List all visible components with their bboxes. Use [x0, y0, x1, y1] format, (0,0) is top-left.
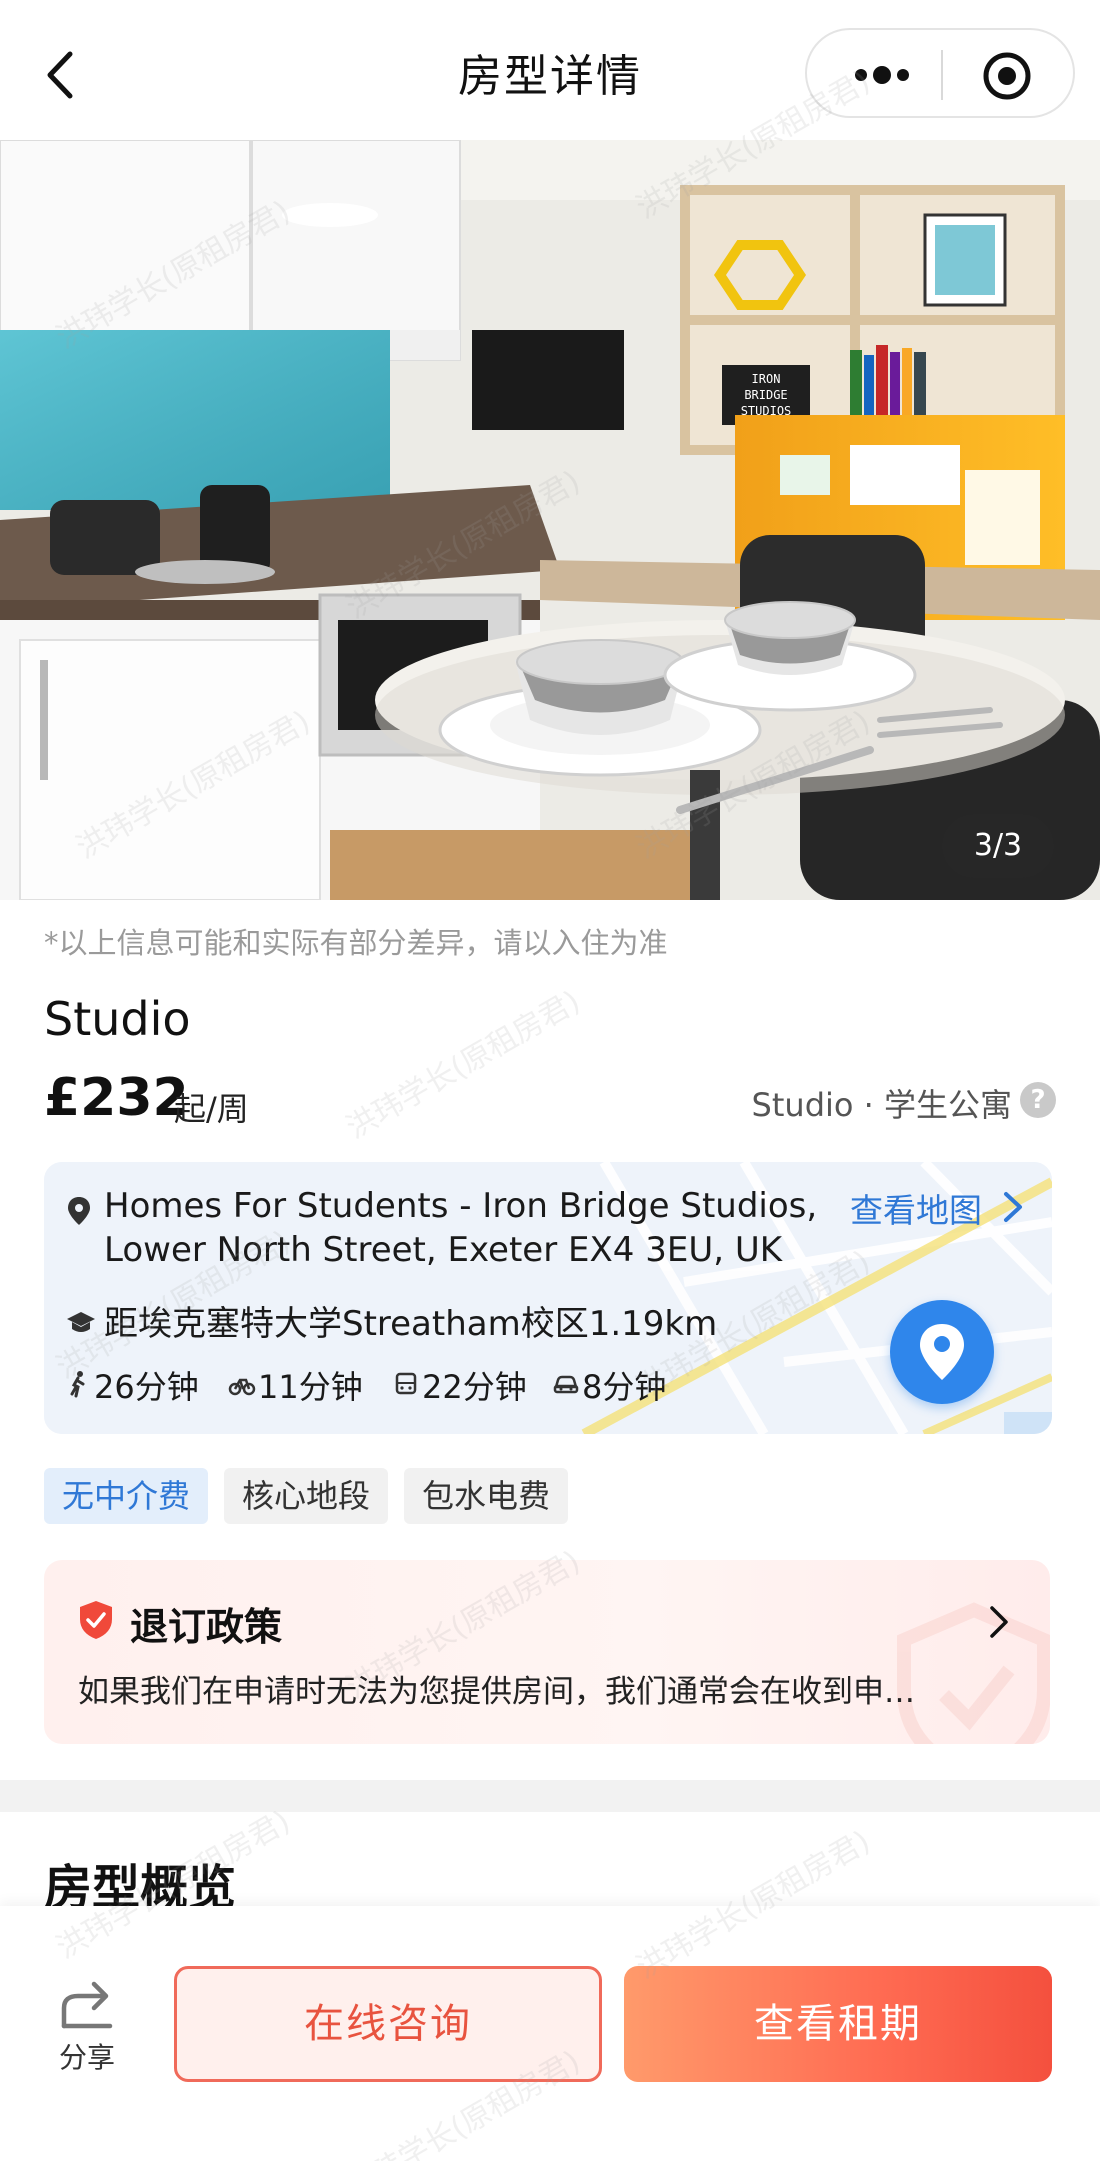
view-lease-button[interactable]: 查看租期 [624, 1966, 1052, 2082]
walk-icon [70, 1371, 85, 1398]
share-icon [61, 1981, 113, 2029]
walk-time-value: 26分钟 [94, 1368, 199, 1406]
car-icon [553, 1375, 579, 1394]
policy-title: 退订政策 [130, 1605, 283, 1649]
sign-line-1: IRON [752, 372, 781, 386]
mini-program-capsule [805, 28, 1075, 118]
room-photo: IRON BRIDGE STUDIOS [0, 140, 1100, 900]
help-icon[interactable]: ? [1020, 1082, 1056, 1118]
capsule-divider [941, 50, 943, 100]
graduation-cap-icon [67, 1312, 95, 1332]
address-text: Homes For Students - Iron Bridge Studios… [104, 1186, 818, 1270]
tag-bills-included: 包水电费 [404, 1468, 569, 1524]
walk-time: 26分钟 [64, 1362, 214, 1406]
bike-time-value: 11分钟 [258, 1368, 363, 1406]
sign-line-2: BRIDGE [744, 388, 787, 402]
room-name: Studio [44, 992, 191, 1046]
section-divider [0, 1780, 1100, 1812]
shield-check-icon [80, 1601, 112, 1639]
car-time-value: 8分钟 [582, 1368, 667, 1406]
bus-time-value: 22分钟 [422, 1368, 527, 1406]
room-type: Studio · 学生公寓 [751, 1086, 1012, 1124]
tag-core-location: 核心地段 [224, 1468, 389, 1524]
online-consult-button[interactable]: 在线咨询 [174, 1966, 602, 2082]
chevron-right-icon [1004, 1192, 1022, 1222]
tag-no-agency-fee: 无中介费 [44, 1468, 209, 1524]
bottom-action-bar: 分享 在线咨询 查看租期 [0, 1906, 1100, 2161]
cancellation-policy-card[interactable]: 退订政策 如果我们在申请时无法为您提供房间，我们通常会在收到申… [44, 1560, 1050, 1744]
photo-counter: 3/3 [942, 814, 1054, 878]
car-time: 8分钟 [552, 1362, 702, 1406]
price-row: £232 起/周 Studio · 学生公寓 ? [44, 1068, 1056, 1138]
price-unit: 起/周 [174, 1090, 249, 1128]
room-photo-carousel[interactable]: IRON BRIDGE STUDIOS 3/3 [0, 140, 1100, 900]
map-pin-icon [920, 1324, 964, 1380]
bus-time: 22分钟 [392, 1362, 542, 1406]
distance-to-campus: 距埃克塞特大学Streatham校区1.19km [104, 1304, 718, 1344]
share-button[interactable]: 分享 [52, 1974, 122, 2084]
disclaimer-text: *以上信息可能和实际有部分差异，请以入住为准 [44, 926, 668, 960]
policy-description: 如果我们在申请时无法为您提供房间，我们通常会在收到申… [78, 1674, 915, 1710]
bike-icon [228, 1378, 256, 1396]
more-dots-icon [855, 66, 909, 84]
target-icon [983, 52, 1031, 100]
close-program-button[interactable] [981, 50, 1033, 102]
price: £232 [44, 1068, 189, 1128]
more-button[interactable] [847, 60, 917, 90]
chevron-right-icon [990, 1606, 1008, 1638]
location-card[interactable]: Homes For Students - Iron Bridge Studios… [44, 1162, 1052, 1434]
share-label: 分享 [58, 2041, 115, 2074]
bike-time: 11分钟 [228, 1362, 378, 1406]
view-map-link[interactable]: 查看地图 [850, 1184, 982, 1232]
top-nav: 房型详情 [0, 0, 1100, 140]
bus-icon [395, 1372, 417, 1395]
location-pin-icon [68, 1197, 90, 1225]
open-map-button[interactable] [890, 1300, 994, 1404]
